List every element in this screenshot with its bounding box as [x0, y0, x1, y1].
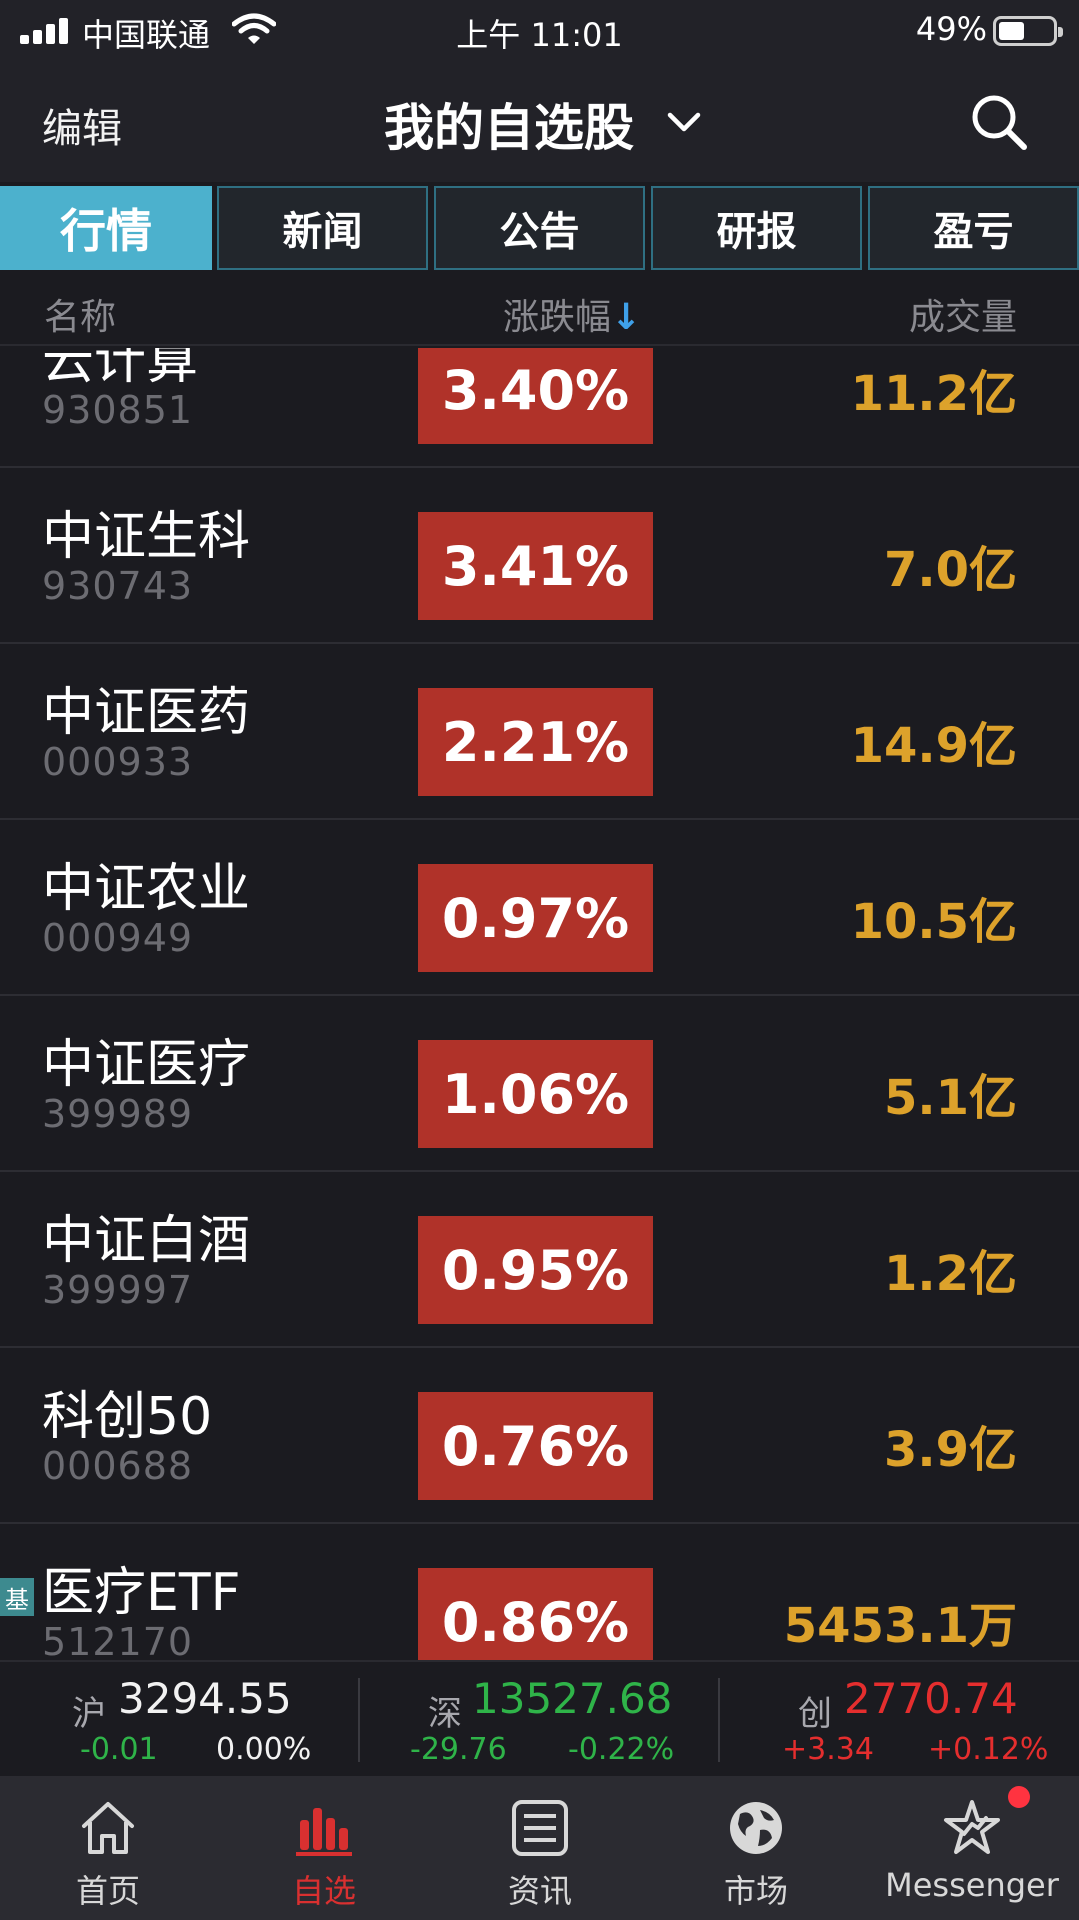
stock-name: 云计算 — [42, 348, 199, 391]
index-change: -29.76 — [410, 1732, 507, 1767]
stock-list[interactable]: 云计算 930851 3.40% 11.2亿 中证生科 930743 3.41%… — [0, 348, 1079, 1660]
messenger-icon — [944, 1800, 1000, 1854]
stock-code: 000688 — [42, 1444, 194, 1488]
bottom-tab-bar: 首页 自选 资讯 市场 Messenger — [0, 1776, 1079, 1920]
index-value: 2770.74 — [844, 1674, 1018, 1723]
stock-name: 中证生科 — [42, 507, 251, 567]
volume-value: 5.1亿 — [883, 1070, 1017, 1126]
volume-value: 5453.1万 — [783, 1598, 1017, 1654]
column-change-label: 涨跌幅 — [503, 297, 612, 338]
change-percent-badge[interactable]: 0.76% — [418, 1392, 653, 1500]
table-row[interactable]: 中证医药 000933 2.21% 14.9亿 — [0, 644, 1079, 820]
stock-name: 中证医药 — [42, 683, 251, 743]
column-name-header: 名称 — [44, 297, 117, 338]
column-header: 名称 涨跌幅↓ 成交量 — [0, 272, 1079, 346]
table-row[interactable]: 云计算 930851 3.40% 11.2亿 — [0, 348, 1079, 468]
stock-name: 中证农业 — [42, 859, 251, 919]
bottom-tab-label: Messenger — [885, 1866, 1059, 1904]
index-change-percent: 0.00% — [216, 1732, 312, 1767]
index-value: 3294.55 — [118, 1674, 292, 1723]
index-change: -0.01 — [80, 1732, 158, 1767]
table-row[interactable]: 中证农业 000949 0.97% 10.5亿 — [0, 820, 1079, 996]
stock-code: 930851 — [42, 388, 194, 432]
stock-name: 科创50 — [42, 1387, 213, 1447]
change-percent-badge[interactable]: 0.95% — [418, 1216, 653, 1324]
change-percent-badge[interactable]: 0.97% — [418, 864, 653, 972]
index-name: 沪 — [72, 1694, 106, 1734]
sort-arrow-icon: ↓ — [611, 297, 642, 338]
tab-research[interactable]: 研报 — [651, 186, 862, 270]
change-percent-badge[interactable]: 2.21% — [418, 688, 653, 796]
change-percent-badge[interactable]: 1.06% — [418, 1040, 653, 1148]
stock-code: 399997 — [42, 1268, 194, 1312]
watchlist-title[interactable]: 我的自选股 — [384, 88, 634, 160]
change-percent-badge[interactable]: 0.86% — [418, 1568, 653, 1660]
stock-name: 中证医疗 — [42, 1035, 251, 1095]
bottom-tab-market[interactable]: 市场 — [648, 1776, 864, 1920]
table-row[interactable]: 基 医疗ETF 512170 0.86% 5453.1万 — [0, 1524, 1079, 1660]
tab-quotes[interactable]: 行情 — [0, 186, 212, 270]
tab-news[interactable]: 新闻 — [217, 186, 428, 270]
stock-code: 000949 — [42, 916, 194, 960]
volume-value: 7.0亿 — [883, 542, 1017, 598]
tab-profit-loss[interactable]: 盈亏 — [868, 186, 1079, 270]
index-name: 创 — [798, 1694, 832, 1734]
volume-value: 1.2亿 — [883, 1246, 1017, 1302]
index-change: +3.34 — [782, 1732, 874, 1767]
fund-badge: 基 — [0, 1578, 34, 1616]
bottom-tab-home[interactable]: 首页 — [0, 1776, 216, 1920]
volume-value: 3.9亿 — [883, 1422, 1017, 1478]
change-percent-badge[interactable]: 3.40% — [418, 348, 653, 444]
index-shanghai[interactable]: 沪 3294.55 -0.01 0.00% — [0, 1662, 359, 1778]
stock-code: 000933 — [42, 740, 194, 784]
index-change-percent: +0.12% — [928, 1732, 1049, 1767]
home-icon — [82, 1802, 134, 1854]
bottom-tab-messenger[interactable]: Messenger — [864, 1776, 1079, 1920]
index-chinext[interactable]: 创 2770.74 +3.34 +0.12% — [720, 1662, 1079, 1778]
chevron-down-icon[interactable] — [664, 102, 704, 142]
index-change-percent: -0.22% — [568, 1732, 675, 1767]
battery-icon — [993, 16, 1063, 46]
stock-code: 512170 — [42, 1620, 194, 1660]
bottom-tab-label: 市场 — [723, 1872, 788, 1910]
bottom-tab-label: 资讯 — [507, 1872, 572, 1910]
navigation-bar: 编辑 我的自选股 — [0, 62, 1079, 182]
table-row[interactable]: 中证生科 930743 3.41% 7.0亿 — [0, 468, 1079, 644]
bottom-tab-news[interactable]: 资讯 — [432, 1776, 648, 1920]
status-bar: 中国联通 上午 11:01 49% — [0, 0, 1079, 62]
news-list-icon — [512, 1800, 568, 1856]
category-tabs: 行情 新闻 公告 研报 盈亏 — [0, 186, 1079, 270]
table-row[interactable]: 中证医疗 399989 1.06% 5.1亿 — [0, 996, 1079, 1172]
notification-dot — [1008, 1786, 1030, 1808]
tab-announcements[interactable]: 公告 — [434, 186, 645, 270]
edit-button[interactable]: 编辑 — [42, 96, 122, 154]
stock-code: 930743 — [42, 564, 194, 608]
bar-chart-icon — [296, 1808, 352, 1856]
volume-value: 14.9亿 — [850, 718, 1017, 774]
globe-icon — [730, 1802, 782, 1854]
index-shenzhen[interactable]: 深 13527.68 -29.76 -0.22% — [360, 1662, 719, 1778]
battery-percentage: 49% — [915, 10, 987, 48]
change-percent-badge[interactable]: 3.41% — [418, 512, 653, 620]
market-index-bar: 沪 3294.55 -0.01 0.00% 深 13527.68 -29.76 … — [0, 1660, 1079, 1776]
stock-code: 399989 — [42, 1092, 194, 1136]
index-value: 13527.68 — [472, 1674, 673, 1723]
table-row[interactable]: 科创50 000688 0.76% 3.9亿 — [0, 1348, 1079, 1524]
search-icon[interactable] — [969, 92, 1029, 152]
volume-value: 11.2亿 — [850, 366, 1017, 422]
stock-name: 中证白酒 — [42, 1211, 251, 1271]
column-volume-header[interactable]: 成交量 — [909, 288, 1017, 340]
index-name: 深 — [428, 1694, 462, 1734]
bottom-tab-watchlist[interactable]: 自选 — [216, 1776, 432, 1920]
bottom-tab-label: 首页 — [75, 1872, 140, 1910]
bottom-tab-label: 自选 — [291, 1872, 356, 1910]
column-change-header[interactable]: 涨跌幅↓ — [503, 288, 641, 340]
table-row[interactable]: 中证白酒 399997 0.95% 1.2亿 — [0, 1172, 1079, 1348]
volume-value: 10.5亿 — [850, 894, 1017, 950]
stock-name: 医疗ETF — [42, 1563, 241, 1623]
